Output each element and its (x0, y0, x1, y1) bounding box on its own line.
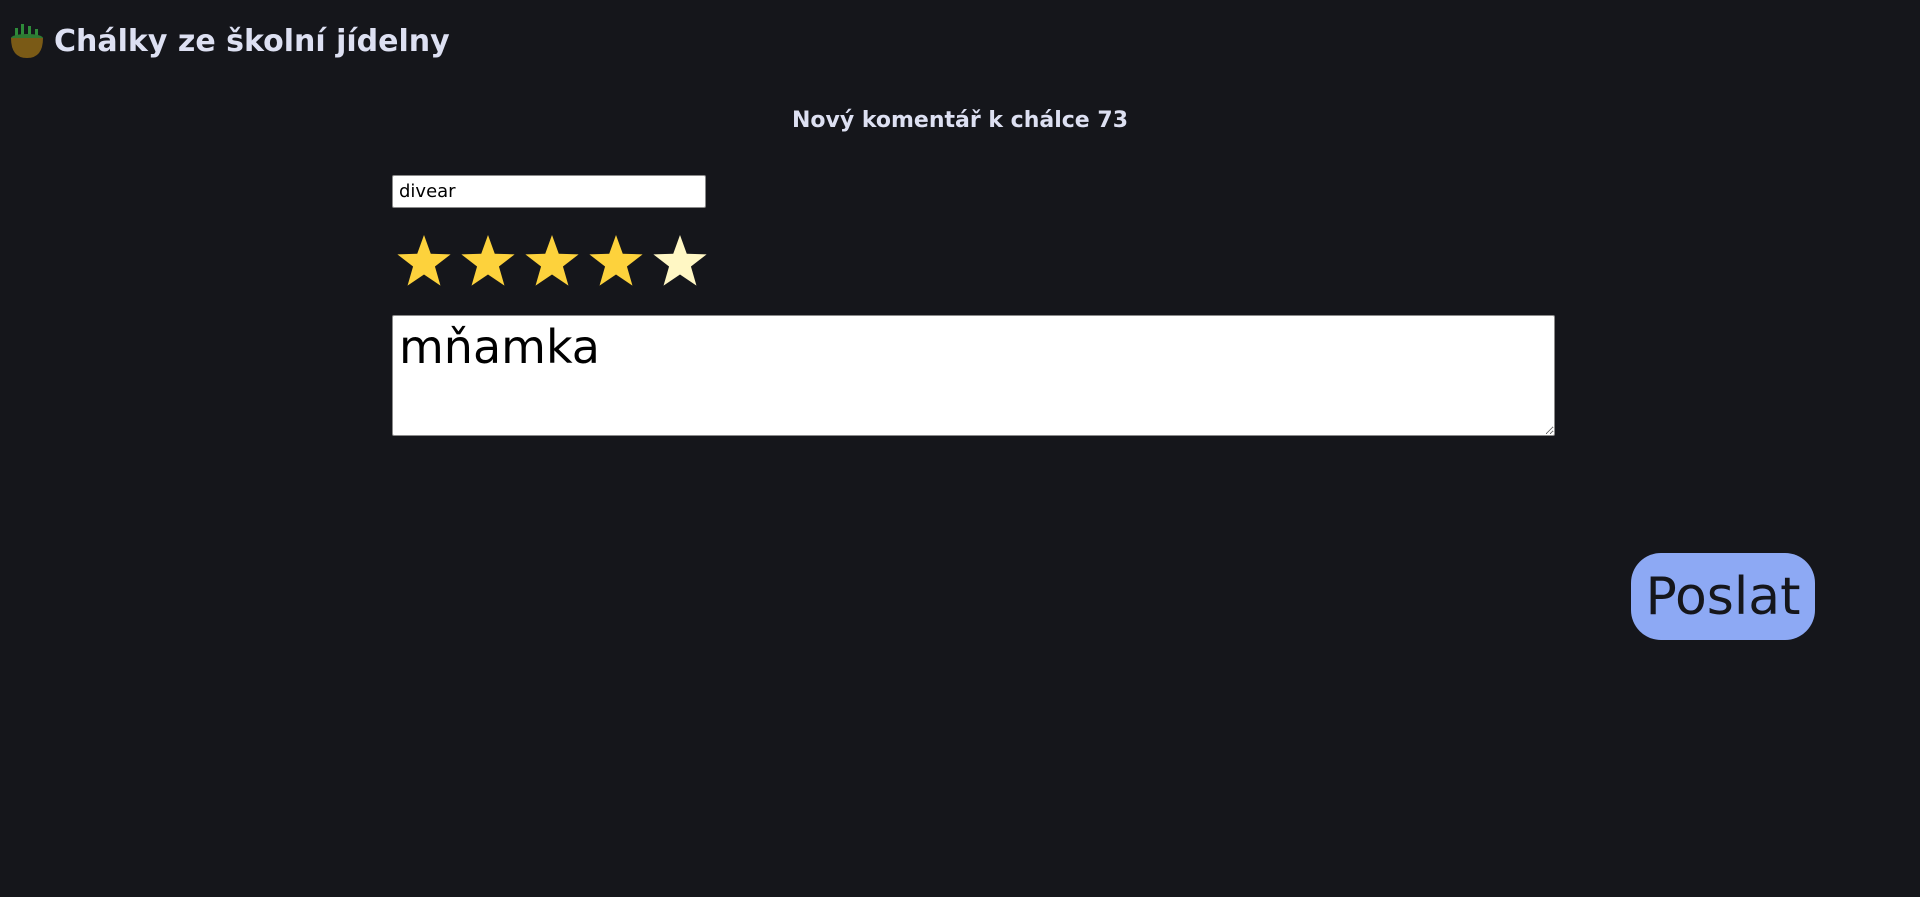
star-icon[interactable] (523, 232, 581, 290)
comment-textarea[interactable]: mňamka (392, 315, 1555, 436)
star-icon[interactable] (395, 232, 453, 290)
form-title: Nový komentář k chálce 73 (791, 108, 1128, 133)
page: Chálky ze školní jídelny Nový komentář k… (0, 0, 1920, 897)
name-input[interactable] (392, 175, 706, 208)
star-icon[interactable] (587, 232, 645, 290)
submit-button[interactable]: Poslat (1631, 553, 1815, 640)
star-icon[interactable] (651, 232, 709, 290)
food-bowl-icon[interactable] (10, 22, 44, 60)
site-title[interactable]: Chálky ze školní jídelny (54, 24, 450, 59)
site-header: Chálky ze školní jídelny (10, 22, 450, 60)
star-rating[interactable] (395, 232, 709, 290)
star-icon[interactable] (459, 232, 517, 290)
